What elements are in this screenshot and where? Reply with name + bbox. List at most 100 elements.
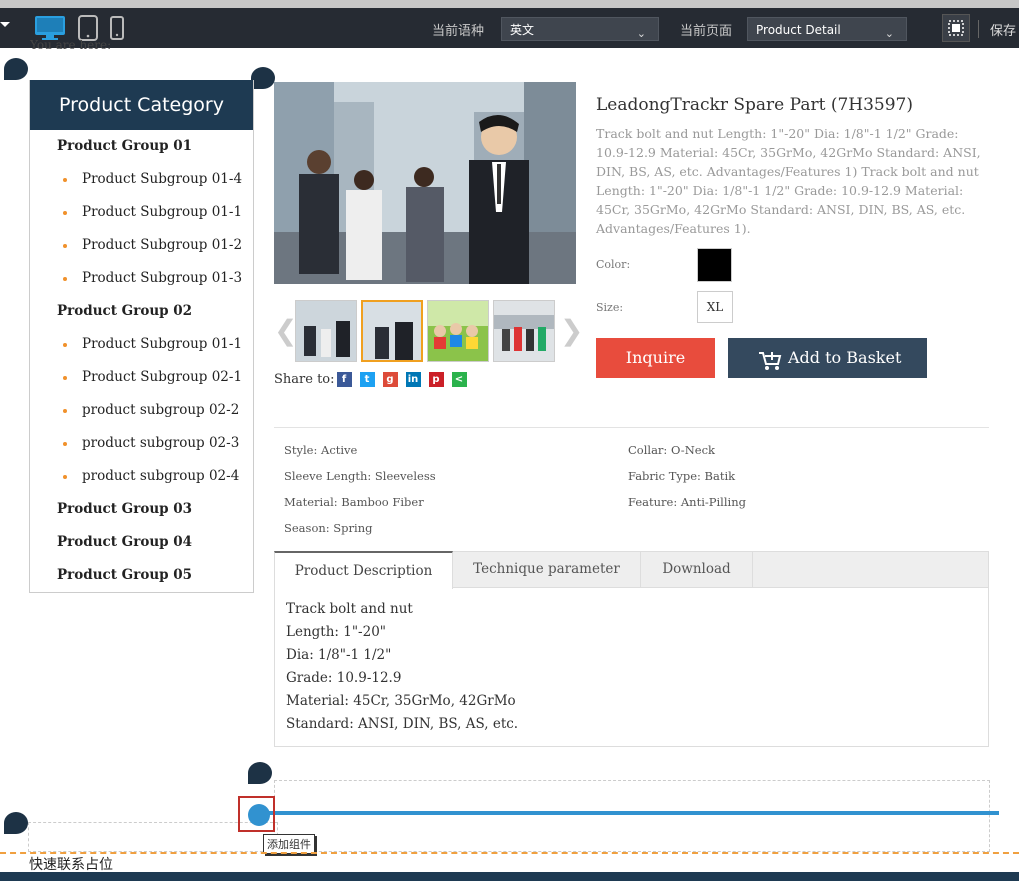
category-subgroup-item[interactable]: Product Subgroup 02-1 [30, 361, 253, 394]
description-line: Grade: 10.9-12.9 [286, 670, 402, 686]
thumbnail-1[interactable] [295, 300, 357, 362]
inquire-button[interactable]: Inquire [596, 338, 715, 378]
phone-preview-icon[interactable] [110, 15, 124, 45]
share-icon[interactable]: < [451, 372, 467, 387]
bullet-icon [63, 475, 67, 479]
attr-material: Material: Bamboo Fiber [284, 495, 424, 509]
linkedin-icon[interactable]: in [405, 372, 421, 387]
facebook-icon[interactable]: f [336, 372, 352, 387]
category-label: Product Group 01 [57, 138, 193, 154]
category-group-item[interactable]: Product Group 05 [30, 559, 253, 592]
product-summary: Track bolt and nut Length: 1"-20" Dia: 1… [596, 126, 981, 236]
category-subgroup-item[interactable]: Product Subgroup 01-4 [30, 163, 253, 196]
description-line: Standard: ANSI, DIN, BS, AS, etc. [286, 716, 519, 732]
category-subgroup-item[interactable]: Product Subgroup 01-1 [30, 328, 253, 361]
cart-plus-icon [758, 347, 782, 387]
tab-download[interactable]: Download [641, 551, 753, 588]
chevron-right-icon[interactable]: ❯ [560, 314, 583, 347]
category-subgroup-item[interactable]: product subgroup 02-3 [30, 427, 253, 460]
tab-product-description[interactable]: Product Description [274, 551, 453, 589]
drop-zone[interactable] [274, 780, 990, 852]
section-handle-icon[interactable] [248, 762, 272, 784]
thumbnail-2[interactable] [361, 300, 423, 362]
divider [274, 427, 989, 428]
bullet-icon [63, 343, 67, 347]
category-subgroup-item[interactable]: product subgroup 02-4 [30, 460, 253, 493]
add-circle-icon [248, 804, 270, 826]
tab-technique-parameter[interactable]: Technique parameter [453, 551, 641, 588]
product-tabs: Product Description Technique parameter … [274, 551, 989, 589]
category-subgroup-item[interactable]: Product Subgroup 01-2 [30, 229, 253, 262]
toolbar-divider [978, 20, 979, 38]
chevron-left-icon[interactable]: ❮ [274, 314, 297, 347]
category-label: Product Group 05 [57, 567, 193, 583]
category-subgroup-item[interactable]: Product Subgroup 01-3 [30, 262, 253, 295]
chevron-down-icon: ⌄ [636, 27, 646, 40]
bullet-icon [63, 178, 67, 182]
bullet-icon [63, 442, 67, 446]
grid-toggle-button[interactable] [942, 14, 970, 42]
category-group-item[interactable]: Product Group 02 [30, 295, 253, 328]
add-component-button[interactable] [238, 796, 275, 832]
category-list: Product Group 01 Product Subgroup 01-4 Pro… [30, 130, 253, 592]
twitter-icon[interactable]: t [359, 372, 375, 387]
size-option[interactable]: XL [697, 291, 733, 323]
category-label: Product Group 04 [57, 534, 193, 550]
category-label: Product Subgroup 01-1 [82, 204, 243, 220]
description-line: Dia: 1/8"-1 1/2" [286, 647, 392, 663]
thumbnail-4[interactable] [493, 300, 555, 362]
product-main-image[interactable] [274, 82, 576, 284]
category-subgroup-item[interactable]: Product Subgroup 01-1 [30, 196, 253, 229]
section-handle-icon[interactable] [4, 58, 28, 80]
pinterest-icon[interactable]: p [428, 372, 444, 387]
category-subgroup-item[interactable]: product subgroup 02-2 [30, 394, 253, 427]
share-label: Share to: [274, 372, 335, 387]
quick-contact-placeholder: 快速联系占位 [29, 857, 113, 873]
bullet-icon [63, 409, 67, 413]
color-swatch[interactable] [697, 248, 732, 282]
google-plus-icon[interactable]: g [382, 372, 398, 387]
category-label: Product Subgroup 02-1 [82, 369, 243, 385]
category-group-item[interactable]: Product Group 01 [30, 130, 253, 163]
description-line: Material: 45Cr, 35GrMo, 42GrMo [286, 693, 516, 709]
category-label: Product Subgroup 01-4 [82, 171, 243, 187]
breadcrumb: You are here: [30, 38, 111, 52]
save-button[interactable]: 保存 [990, 20, 1016, 39]
product-category-sidebar: Product Category Product Group 01 Product… [29, 80, 254, 593]
section-handle-icon[interactable] [251, 67, 275, 89]
section-handle-icon[interactable] [4, 812, 28, 834]
page-select[interactable]: Product Detail ⌄ [747, 17, 907, 41]
category-group-item[interactable]: Product Group 04 [30, 526, 253, 559]
breadcrumb-text: You are here: [30, 38, 112, 52]
add-to-basket-label: Add to Basket [788, 348, 902, 367]
category-label: Product Group 03 [57, 501, 193, 517]
chevron-down-icon: ⌄ [884, 27, 894, 40]
thumbnail-3[interactable] [427, 300, 489, 362]
category-label: product subgroup 02-3 [82, 435, 240, 451]
add-component-tooltip: 添加组件 [263, 834, 315, 854]
category-label: product subgroup 02-4 [82, 468, 240, 484]
caret-down-icon[interactable] [0, 22, 10, 27]
language-label: 当前语种 [432, 24, 485, 39]
page-select-value: Product Detail [756, 23, 841, 37]
editor-toolbar: 当前语种 英文 ⌄ 当前页面 Product Detail ⌄ 保存 [0, 0, 1019, 48]
language-select[interactable]: 英文 ⌄ [501, 17, 659, 41]
category-label: Product Group 02 [57, 303, 193, 319]
category-group-item[interactable]: Product Group 03 [30, 493, 253, 526]
product-title: LeadongTrackr Spare Part (7H3597) [596, 95, 913, 115]
share-bar: Share to: f t g in p < [274, 372, 467, 387]
tab-panel-description: Track bolt and nut Length: 1"-20" Dia: 1… [274, 588, 989, 747]
attr-style: Style: Active [284, 443, 358, 457]
bullet-icon [63, 211, 67, 215]
attr-fabric: Fabric Type: Batik [628, 469, 736, 483]
section-boundary [0, 852, 1019, 854]
attr-sleeve: Sleeve Length: Sleeveless [284, 469, 436, 483]
category-label: Product Subgroup 01-1 [82, 336, 243, 352]
insert-indicator [265, 811, 999, 815]
sidebar-title: Product Category [30, 80, 253, 130]
add-to-basket-button[interactable]: Add to Basket [728, 338, 927, 378]
thumbnail-carousel: ❮ ❯ [274, 300, 583, 362]
category-label: product subgroup 02-2 [82, 402, 240, 418]
bullet-icon [63, 376, 67, 380]
bullet-icon [63, 277, 67, 281]
